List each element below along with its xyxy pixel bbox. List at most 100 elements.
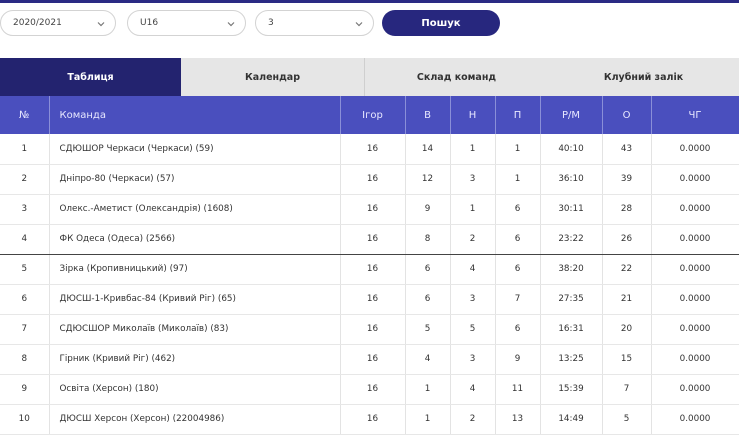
- cell-rank: 10: [0, 404, 50, 435]
- table-row: 9 Освіта (Херсон) (180) 16 1 4 11 15:39 7 0.0000: [0, 374, 739, 405]
- cell-losses: 6: [495, 194, 541, 225]
- cell-draws: 4: [450, 254, 496, 285]
- col-header-team: Команда: [49, 96, 341, 134]
- cell-goals: 23:22: [540, 224, 603, 255]
- cell-rank: 3: [0, 194, 50, 225]
- chevron-down-icon: [97, 22, 105, 27]
- cell-points: 43: [602, 134, 652, 165]
- table-row: 7 СДЮСШОР Миколаїв (Миколаїв) (83) 16 5 5 6 16…: [0, 314, 739, 345]
- cell-team: ДЮСШ Херсон (Херсон) (22004986): [49, 404, 341, 435]
- search-button[interactable]: Пошук: [382, 10, 500, 36]
- cell-team: Гірник (Кривий Ріг) (462): [49, 344, 341, 375]
- cell-wins: 4: [405, 344, 451, 375]
- cell-rank: 4: [0, 224, 50, 255]
- cell-losses: 1: [495, 134, 541, 165]
- cell-points: 28: [602, 194, 652, 225]
- cell-goals: 14:49: [540, 404, 603, 435]
- cell-goals: 40:10: [540, 134, 603, 165]
- col-header-draws: Н: [450, 96, 496, 134]
- cell-goals: 38:20: [540, 254, 603, 285]
- cell-rank: 2: [0, 164, 50, 195]
- cell-wins: 8: [405, 224, 451, 255]
- tab-table[interactable]: Таблиця: [0, 58, 181, 96]
- cell-rank: 9: [0, 374, 50, 405]
- cell-team: Олекс.-Аметист (Олександрія) (1608): [49, 194, 341, 225]
- cell-goals: 27:35: [540, 284, 603, 315]
- cell-draws: 3: [450, 344, 496, 375]
- cell-draws: 3: [450, 284, 496, 315]
- cell-rank: 7: [0, 314, 50, 345]
- col-header-fair-play: ЧГ: [651, 96, 739, 134]
- cell-losses: 9: [495, 344, 541, 375]
- cell-games: 16: [340, 314, 406, 345]
- cell-team: Зірка (Кропивницький) (97): [49, 254, 341, 285]
- season-select[interactable]: 2020/2021: [0, 10, 116, 36]
- cell-losses: 7: [495, 284, 541, 315]
- table-header-row: № Команда Ігор В Н П Р/М О ЧГ: [0, 96, 739, 134]
- cell-wins: 5: [405, 314, 451, 345]
- cell-games: 16: [340, 284, 406, 315]
- cell-games: 16: [340, 374, 406, 405]
- table-row: 4 ФК Одеса (Одеса) (2566) 16 8 2 6 23:22 26 0.00…: [0, 224, 739, 255]
- cell-games: 16: [340, 134, 406, 165]
- cell-team: ДЮСШ-1-Кривбас-84 (Кривий Ріг) (65): [49, 284, 341, 315]
- cell-draws: 1: [450, 194, 496, 225]
- cell-losses: 11: [495, 374, 541, 405]
- table-row: 8 Гірник (Кривий Ріг) (462) 16 4 3 9 13:25 15 0.…: [0, 344, 739, 375]
- cell-team: Освіта (Херсон) (180): [49, 374, 341, 405]
- cell-points: 22: [602, 254, 652, 285]
- cell-team: СДЮСШОР Миколаїв (Миколаїв) (83): [49, 314, 341, 345]
- cell-games: 16: [340, 224, 406, 255]
- cell-fair-play: 0.0000: [651, 194, 739, 225]
- col-header-games: Ігор: [340, 96, 406, 134]
- chevron-down-icon: [355, 22, 363, 27]
- cell-goals: 30:11: [540, 194, 603, 225]
- cell-rank: 6: [0, 284, 50, 315]
- cell-fair-play: 0.0000: [651, 224, 739, 255]
- col-header-wins: В: [405, 96, 451, 134]
- cell-goals: 15:39: [540, 374, 603, 405]
- cell-team: ФК Одеса (Одеса) (2566): [49, 224, 341, 255]
- cell-team: СДЮШОР Черкаси (Черкаси) (59): [49, 134, 341, 165]
- cell-wins: 1: [405, 374, 451, 405]
- cell-rank: 8: [0, 344, 50, 375]
- cell-wins: 6: [405, 284, 451, 315]
- cell-team: Дніпро-80 (Черкаси) (57): [49, 164, 341, 195]
- tab-club-standings[interactable]: Клубний залік: [548, 58, 739, 96]
- cell-draws: 5: [450, 314, 496, 345]
- table-row: 3 Олекс.-Аметист (Олександрія) (1608) 16 9 1…: [0, 194, 739, 225]
- cell-games: 16: [340, 404, 406, 435]
- cell-fair-play: 0.0000: [651, 374, 739, 405]
- cell-points: 20: [602, 314, 652, 345]
- top-accent-line: [0, 0, 739, 3]
- table-body: 1 СДЮШОР Черкаси (Черкаси) (59) 16 14 1 1 40:1…: [0, 134, 739, 435]
- cell-wins: 9: [405, 194, 451, 225]
- cell-draws: 1: [450, 134, 496, 165]
- col-header-points: О: [602, 96, 652, 134]
- cell-games: 16: [340, 194, 406, 225]
- cell-goals: 36:10: [540, 164, 603, 195]
- cell-games: 16: [340, 164, 406, 195]
- division-select[interactable]: 3: [255, 10, 374, 36]
- table-row: 10 ДЮСШ Херсон (Херсон) (22004986) 16 1 2 13 1…: [0, 404, 739, 435]
- tab-team-rosters[interactable]: Склад команд: [365, 58, 548, 96]
- cell-goals: 13:25: [540, 344, 603, 375]
- filter-bar: 2020/2021 U16 3 Пошук: [0, 10, 739, 36]
- cell-losses: 13: [495, 404, 541, 435]
- tab-calendar[interactable]: Календар: [181, 58, 364, 96]
- col-header-losses: П: [495, 96, 541, 134]
- table-row: 2 Дніпро-80 (Черкаси) (57) 16 12 3 1 36:10 39 0.…: [0, 164, 739, 195]
- cell-losses: 6: [495, 314, 541, 345]
- table-row: 5 Зірка (Кропивницький) (97) 16 6 4 6 38:20 22 0…: [0, 254, 739, 285]
- cell-rank: 1: [0, 134, 50, 165]
- age-group-value: U16: [140, 18, 159, 28]
- cell-wins: 14: [405, 134, 451, 165]
- age-group-select[interactable]: U16: [127, 10, 246, 36]
- cell-points: 7: [602, 374, 652, 405]
- cell-points: 5: [602, 404, 652, 435]
- cell-draws: 3: [450, 164, 496, 195]
- cell-losses: 6: [495, 254, 541, 285]
- col-header-rank: №: [0, 96, 50, 134]
- cell-wins: 12: [405, 164, 451, 195]
- table-row: 1 СДЮШОР Черкаси (Черкаси) (59) 16 14 1 1 40:1…: [0, 134, 739, 165]
